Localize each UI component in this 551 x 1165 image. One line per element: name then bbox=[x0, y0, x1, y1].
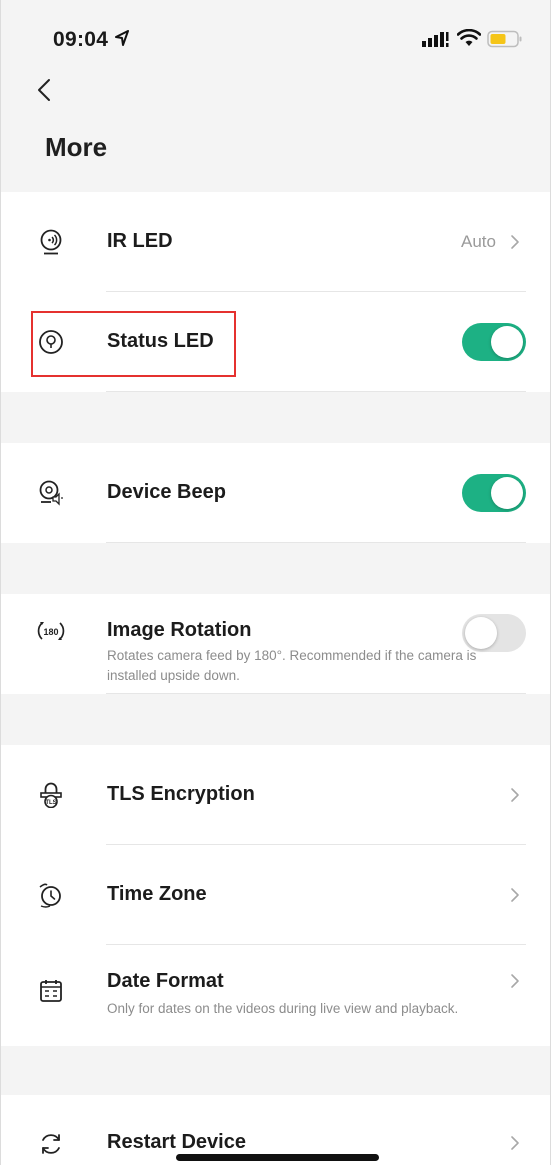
lock-tls-icon: TLS bbox=[40, 782, 62, 808]
device-beep-label: Device Beep bbox=[107, 481, 226, 503]
ir-led-row[interactable]: IR LED Auto bbox=[1, 192, 550, 292]
status-led-highlight-box bbox=[31, 311, 236, 377]
device-beep-toggle[interactable] bbox=[462, 474, 526, 512]
date-format-label: Date Format bbox=[107, 970, 224, 992]
restart-icon bbox=[42, 1134, 60, 1154]
rotate-180-icon: 180 bbox=[37, 622, 65, 640]
chevron-right-icon bbox=[511, 974, 519, 988]
screen: 09:04 More IR LED Auto Status LED Device… bbox=[0, 0, 551, 1165]
ir-led-label: IR LED bbox=[107, 230, 173, 252]
device-beep-icon bbox=[39, 480, 63, 506]
date-format-description: Only for dates on the videos during live… bbox=[107, 1001, 459, 1016]
system-settings-card: TLS TLS Encryption Time Zone Date Format… bbox=[1, 745, 550, 1046]
rotate-icon-text: 180 bbox=[43, 627, 58, 637]
status-bar: 09:04 bbox=[1, 0, 550, 70]
status-led-toggle[interactable] bbox=[462, 323, 526, 361]
tls-icon-text: TLS bbox=[45, 800, 56, 806]
battery-icon bbox=[487, 30, 522, 48]
location-arrow-icon bbox=[115, 30, 129, 46]
image-rotation-label: Image Rotation bbox=[107, 619, 252, 641]
wifi-icon bbox=[457, 29, 481, 46]
chevron-right-icon bbox=[511, 1136, 519, 1150]
beep-settings-card: Device Beep bbox=[1, 443, 550, 543]
ir-led-icon bbox=[40, 229, 62, 255]
back-button[interactable] bbox=[29, 72, 59, 108]
image-rotation-description: Rotates camera feed by 180°. Recommended… bbox=[107, 648, 477, 683]
tls-encryption-label: TLS Encryption bbox=[107, 783, 255, 805]
rotation-settings-card: 180 Image Rotation Rotates camera feed b… bbox=[1, 594, 550, 694]
chevron-right-icon bbox=[511, 788, 519, 802]
date-format-row[interactable]: Date Format Only for dates on the videos… bbox=[1, 945, 550, 1045]
image-rotation-row: 180 Image Rotation Rotates camera feed b… bbox=[1, 594, 550, 694]
toggle-knob bbox=[491, 477, 523, 509]
row-divider bbox=[106, 542, 526, 543]
cellular-signal-icon bbox=[422, 32, 449, 47]
globe-clock-icon bbox=[39, 883, 61, 908]
row-divider bbox=[106, 391, 526, 392]
chevron-right-icon bbox=[511, 888, 519, 902]
home-indicator bbox=[176, 1154, 379, 1161]
time-zone-row[interactable]: Time Zone bbox=[1, 845, 550, 945]
toggle-knob bbox=[465, 617, 497, 649]
device-beep-row: Device Beep bbox=[1, 443, 550, 543]
restart-device-label: Restart Device bbox=[107, 1131, 246, 1153]
image-rotation-toggle[interactable] bbox=[462, 614, 526, 652]
page-title: More bbox=[45, 132, 108, 162]
chevron-left-icon bbox=[38, 79, 50, 101]
time-zone-label: Time Zone bbox=[107, 883, 207, 905]
ir-led-value: Auto bbox=[461, 232, 496, 251]
chevron-right-icon bbox=[511, 235, 519, 249]
calendar-icon bbox=[40, 980, 62, 1002]
status-time: 09:04 bbox=[53, 28, 109, 51]
tls-encryption-row[interactable]: TLS TLS Encryption bbox=[1, 745, 550, 845]
toggle-knob bbox=[491, 326, 523, 358]
row-divider bbox=[106, 693, 526, 694]
